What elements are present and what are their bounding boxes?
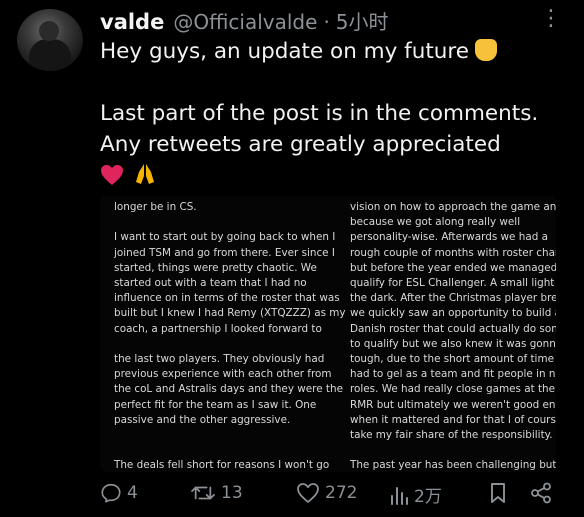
reply-count: 4	[127, 483, 138, 503]
tweet-line-2: Last part of the post is in the comments…	[100, 101, 539, 126]
image-text-line: qualify for ESL Challenger. A small ligh…	[350, 277, 556, 290]
avatar-figure-head	[39, 21, 59, 41]
image-text-line: coach, a partnership I looked forward to	[114, 322, 322, 335]
image-text-line: to qualify but we also knew it was gonna…	[350, 337, 556, 350]
image-text-line: the coL and Astralis days and they were …	[114, 383, 343, 396]
tweet-line-1: Hey guys, an update on my future	[100, 36, 570, 67]
image-text-left: longer be in CS. I want to start out by g…	[114, 200, 346, 472]
pointing-down-icon	[475, 39, 498, 61]
share-button[interactable]	[530, 482, 557, 504]
heart-icon	[101, 165, 123, 185]
image-text-line	[350, 443, 556, 458]
image-text-line: the dark. After the Christmas player bre…	[350, 292, 556, 305]
avatar-figure-body	[29, 39, 71, 71]
image-text-line: previous experience with each other from	[114, 368, 332, 381]
avatar[interactable]	[17, 9, 83, 71]
image-text-line: The past year has been challenging but I	[350, 459, 556, 472]
image-text-line: started out with a team that I had no	[114, 277, 307, 289]
image-text-line	[114, 215, 346, 230]
tweet-text: Hey guys, an update on my future Last pa…	[100, 36, 570, 191]
image-text-line: longer be in CS.	[114, 201, 197, 213]
views-count: 2万	[414, 487, 442, 507]
retweet-icon	[191, 486, 215, 500]
post-image[interactable]: longer be in CS. I want to start out by g…	[100, 196, 556, 472]
image-text-line: influence on in terms of the roster that…	[114, 292, 340, 305]
bookmark-icon	[491, 483, 505, 503]
retweet-button[interactable]: 13	[190, 482, 243, 504]
image-text-line: I want to start out by going back to whe…	[114, 231, 336, 244]
views-icon	[391, 486, 408, 505]
image-text-line	[114, 337, 346, 352]
image-text-line: tough, due to the short amount of time w…	[350, 353, 556, 366]
image-text-line	[114, 428, 346, 443]
bookmark-button[interactable]	[488, 482, 513, 504]
image-text-line: joined TSM and go from there. Ever since…	[114, 246, 335, 259]
image-text-line: personality-wise. Afterwards we had a	[350, 231, 548, 244]
reply-button[interactable]: 4	[100, 482, 138, 504]
tweet-header: valde @Officialvalde · 5小时	[100, 6, 389, 34]
image-text-right: vision on how to approach the game and be…	[350, 200, 556, 472]
image-text-line: vision on how to approach the game and	[350, 201, 556, 213]
image-text-line: perfect fit for the team as I saw it. On…	[114, 398, 317, 411]
user-handle[interactable]: @Officialvalde	[173, 10, 317, 34]
image-text-line: take my fair share of the responsibility…	[350, 429, 553, 442]
tweet-emoji-line	[100, 160, 570, 191]
share-icon	[531, 482, 551, 504]
like-count: 272	[325, 483, 358, 503]
image-text-line: roles. We had really close games at the	[350, 383, 555, 396]
image-text-line: had to gel as a team and fit people in n…	[350, 368, 556, 381]
image-text-line: passive and the other aggressive.	[114, 413, 291, 426]
tweet-line-1-text: Hey guys, an update on my future	[100, 39, 470, 64]
image-text-line: but before the year ended we managed to	[350, 261, 556, 274]
image-text-line: the last two players. They obviously had	[114, 353, 325, 365]
retweet-count: 13	[221, 483, 243, 503]
image-text-line: started, things were pretty chaotic. We	[114, 261, 317, 274]
pray-icon	[135, 164, 154, 184]
header-separator: ·	[323, 10, 330, 34]
image-text-line: we quickly saw an opportunity to build a	[350, 307, 556, 320]
image-text-line: because we got along really well	[350, 216, 521, 229]
heart-outline-icon	[297, 483, 319, 503]
more-dots-icon[interactable]: ⋮	[540, 6, 564, 31]
image-text-line: when it mattered and for that I of cours…	[350, 413, 556, 426]
reply-icon	[101, 483, 121, 503]
image-text-line: Danish roster that could actually do som…	[350, 322, 556, 335]
image-text-line: built but I knew I had Remy (XTQZZZ) as …	[114, 307, 346, 320]
tweet-line-3: Any retweets are greatly appreciated	[100, 132, 501, 157]
tweet-actions: 4 13 272 2万	[100, 482, 560, 508]
image-text-line	[114, 443, 346, 458]
like-button[interactable]: 272	[296, 482, 357, 504]
post-time[interactable]: 5小时	[336, 6, 389, 35]
display-name[interactable]: valde	[100, 10, 164, 34]
image-text-line: RMR but ultimately we weren't good enoug…	[350, 398, 556, 411]
image-text-line: rough couple of months with roster chang…	[350, 246, 556, 259]
views-button[interactable]: 2万	[389, 482, 442, 507]
image-text-line: The deals fell short for reasons I won't…	[114, 459, 330, 472]
